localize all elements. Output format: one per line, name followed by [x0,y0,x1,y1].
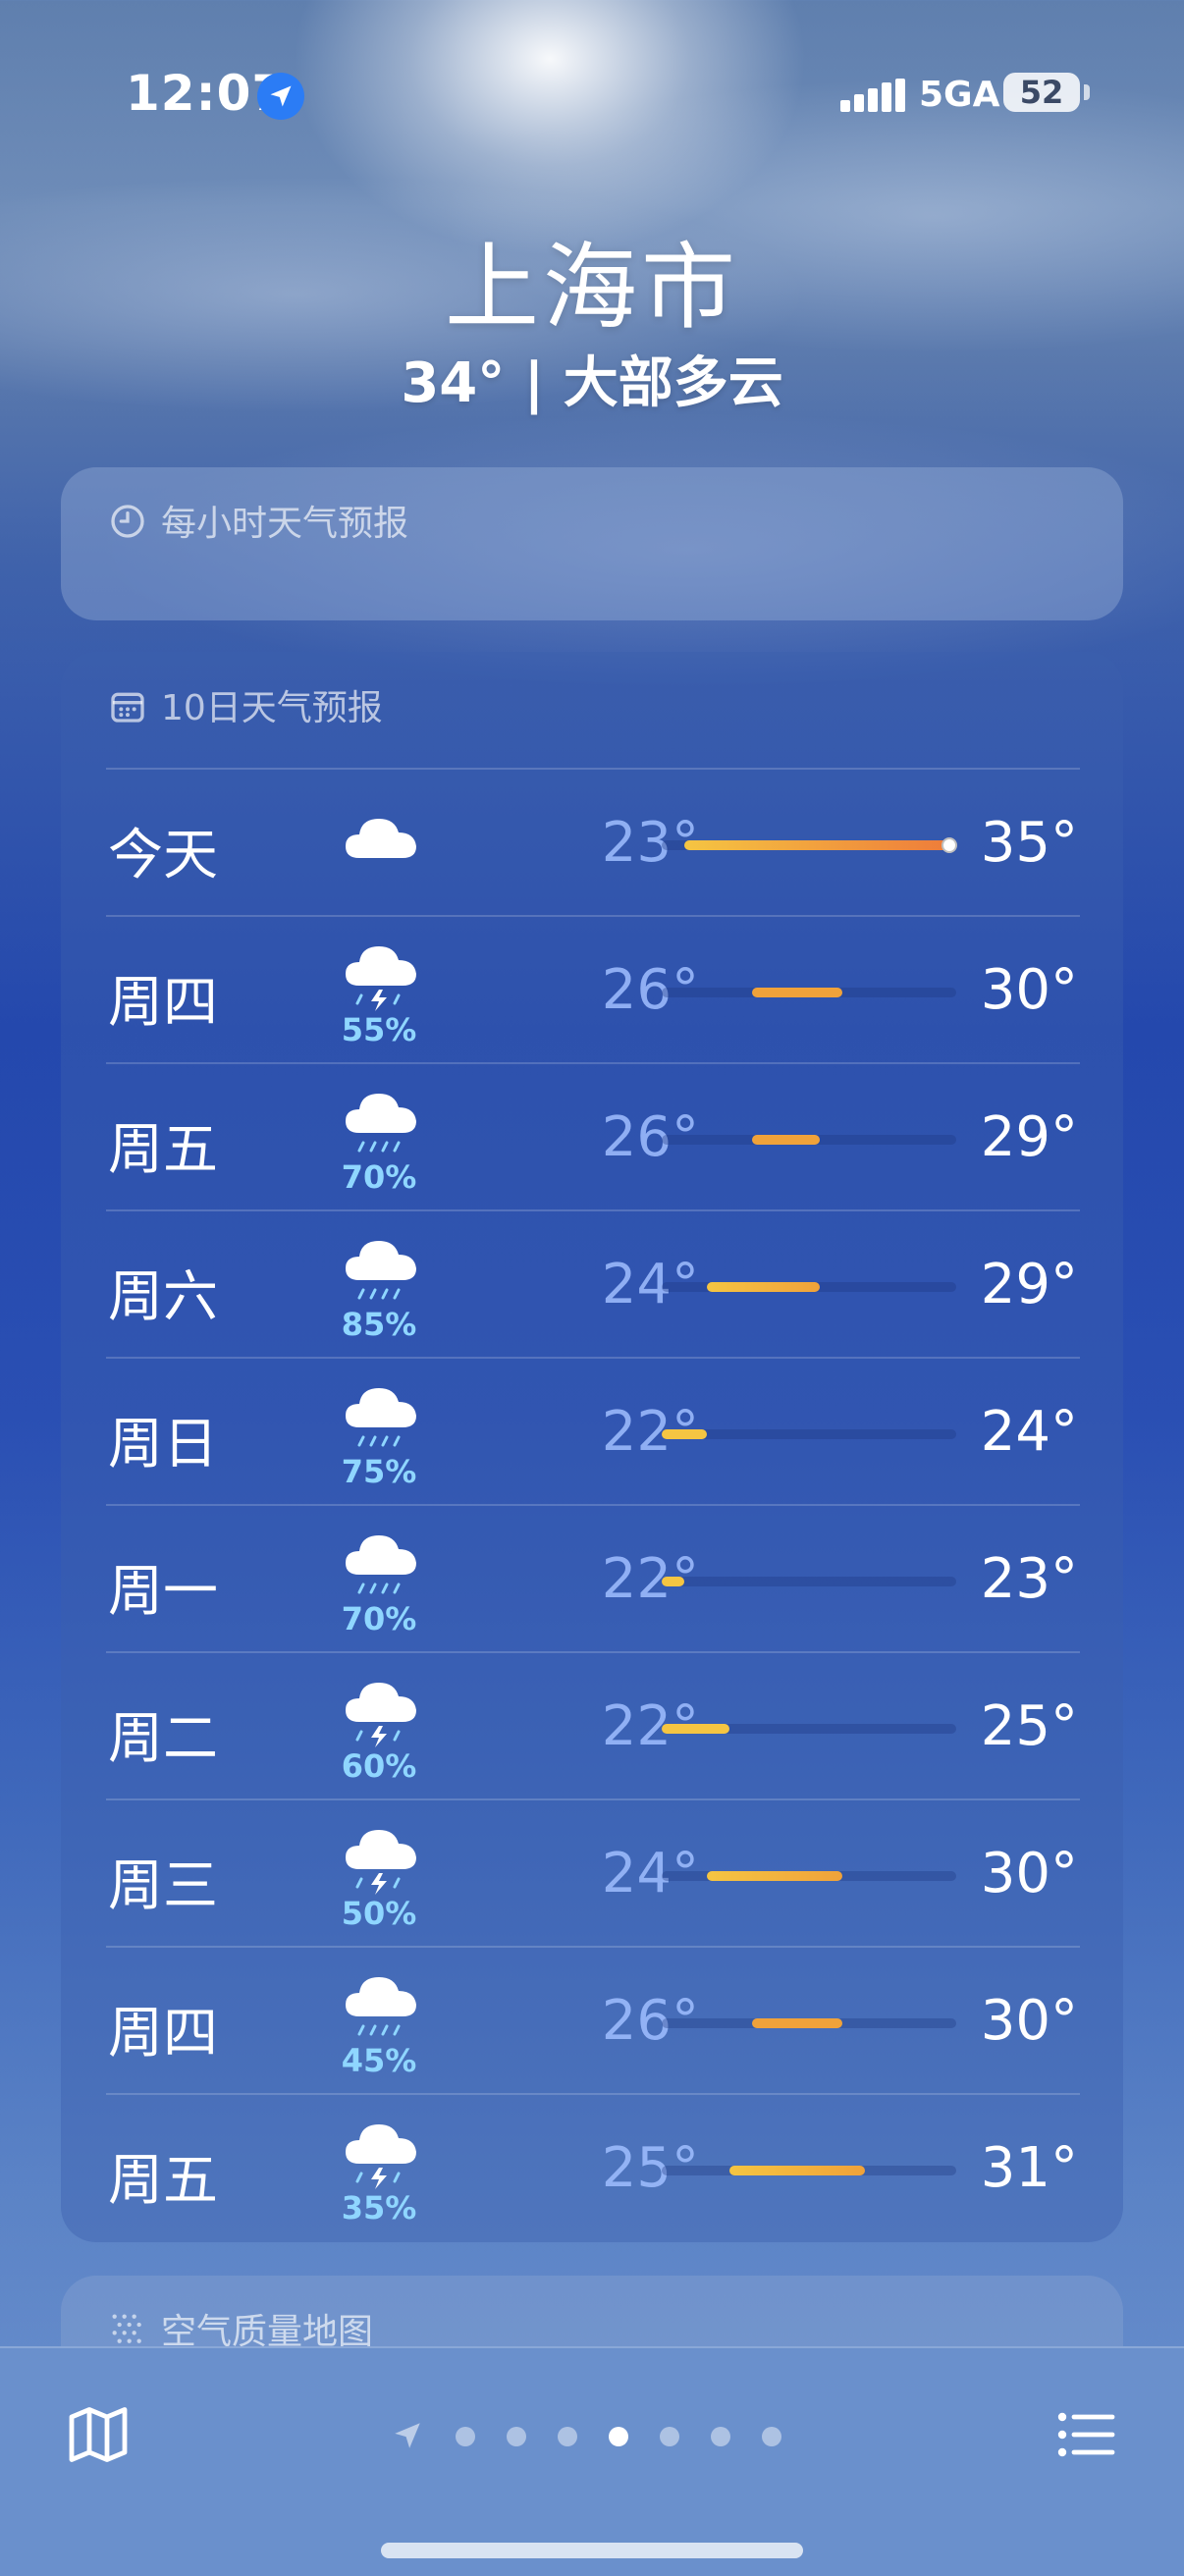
ten-day-forecast-title: 10日天气预报 [161,688,383,728]
high-temperature: 29° [980,1253,1078,1316]
clock-icon [108,502,147,550]
high-temperature: 35° [980,811,1078,875]
temperature-range-bar [662,1577,684,1586]
forecast-day: 周六 [108,1265,218,1329]
page-dot[interactable] [456,2427,475,2446]
page-dot[interactable] [762,2427,781,2446]
high-temperature: 31° [980,2136,1078,2200]
thunderstorm-icon [342,1820,420,1899]
precipitation-chance: 60% [341,1747,417,1785]
ten-day-forecast-header: 10日天气预报 [108,679,383,734]
forecast-day: 周四 [108,971,218,1035]
cellular-signal-icon [840,79,905,112]
home-indicator[interactable] [381,2543,803,2558]
high-temperature: 23° [980,1547,1078,1611]
forecast-row[interactable]: 周五 35% 25° 31° [61,2095,1123,2242]
map-icon[interactable] [63,2399,134,2470]
location-services-icon [257,73,304,120]
forecast-row[interactable]: 周二 60% 22° 25° [61,1653,1123,1800]
temperature-range-track [662,1577,956,1586]
current-conditions: 34° | 大部多云 [401,351,783,415]
temperature-range-bar [752,988,842,997]
hourly-forecast-header: 每小时天气预报 [108,495,408,550]
ten-day-forecast-card[interactable]: 10日天气预报 今天 23° 35° 周四 55% 26° 30° 周五 70% 26° 29° 周六… [61,652,1123,2242]
precipitation-chance: 35% [341,2189,417,2227]
page-dot[interactable] [609,2427,628,2446]
forecast-day: 周一 [108,1560,218,1624]
high-temperature: 30° [980,958,1078,1022]
rain-icon [342,1526,420,1604]
thunderstorm-icon [342,2115,420,2193]
list-icon[interactable] [1050,2399,1121,2470]
page-dot[interactable] [711,2427,730,2446]
temperature-range-bar [684,840,956,850]
bottom-toolbar [0,2346,1184,2576]
temperature-range-bar [662,1724,729,1734]
forecast-day: 周三 [108,1854,218,1918]
page-dot[interactable] [660,2427,679,2446]
forecast-row[interactable]: 周六 85% 24° 29° [61,1211,1123,1359]
high-temperature: 29° [980,1105,1078,1169]
forecast-row[interactable]: 周四 55% 26° 30° [61,917,1123,1064]
temperature-range-track [662,2166,956,2175]
temperature-range-bar [707,1871,842,1881]
forecast-day: 周日 [108,1413,218,1476]
page-dot[interactable] [558,2427,577,2446]
forecast-row[interactable]: 周日 75% 22° 24° [61,1359,1123,1506]
forecast-day: 今天 [108,824,218,887]
forecast-day: 周五 [108,1118,218,1182]
forecast-row[interactable]: 周五 70% 26° 29° [61,1064,1123,1211]
precipitation-chance: 50% [341,1895,417,1932]
temperature-range-bar [662,1429,707,1439]
temperature-range-track [662,1429,956,1439]
network-type: 5GA [919,75,1000,115]
location-arrow-icon [391,2419,424,2456]
temperature-range-bar [729,2166,865,2175]
temperature-range-track [662,837,957,853]
status-bar: 12:07 5GA 52 [0,65,1184,124]
precipitation-chance: 75% [341,1453,417,1490]
temperature-range-bar [752,1135,820,1145]
high-temperature: 24° [980,1400,1078,1464]
precipitation-chance: 70% [341,1158,417,1196]
temperature-range-track [662,988,956,997]
city-name: 上海市 [445,233,739,343]
temperature-range-track [662,2018,956,2028]
temperature-range-bar [707,1282,820,1292]
calendar-icon [108,686,147,734]
forecast-row[interactable]: 周一 70% 22° 23° [61,1506,1123,1653]
page-dot[interactable] [507,2427,526,2446]
cloud-icon [342,807,420,886]
rain-icon [342,1084,420,1162]
forecast-day: 周四 [108,2002,218,2066]
temperature-range-track [662,1282,956,1292]
battery-icon: 52 [1003,73,1080,112]
high-temperature: 30° [980,1842,1078,1905]
forecast-row[interactable]: 周三 50% 24° 30° [61,1800,1123,1948]
forecast-day: 周五 [108,2149,218,2213]
high-temperature: 30° [980,1989,1078,2053]
temperature-range-track [662,1724,956,1734]
forecast-row[interactable]: 周四 45% 26° 30° [61,1948,1123,2095]
rain-icon [342,1378,420,1457]
page-indicator[interactable] [391,2419,803,2452]
rain-icon [342,1231,420,1310]
battery-tip [1084,84,1090,100]
hourly-forecast-card[interactable]: 每小时天气预报 [61,467,1123,620]
temperature-range-track [662,1871,956,1881]
precipitation-chance: 70% [341,1600,417,1637]
precipitation-chance: 85% [341,1306,417,1343]
hourly-forecast-title: 每小时天气预报 [161,504,409,544]
rain-icon [342,1967,420,2046]
precipitation-chance: 55% [341,1011,417,1048]
forecast-day: 周二 [108,1707,218,1771]
high-temperature: 25° [980,1694,1078,1758]
precipitation-chance: 45% [341,2042,417,2079]
temperature-range-bar [752,2018,842,2028]
temperature-range-track [662,1135,956,1145]
current-temperature-marker [942,837,957,853]
thunderstorm-icon [342,1673,420,1751]
forecast-row[interactable]: 今天 23° 35° [61,770,1123,917]
thunderstorm-icon [342,937,420,1015]
